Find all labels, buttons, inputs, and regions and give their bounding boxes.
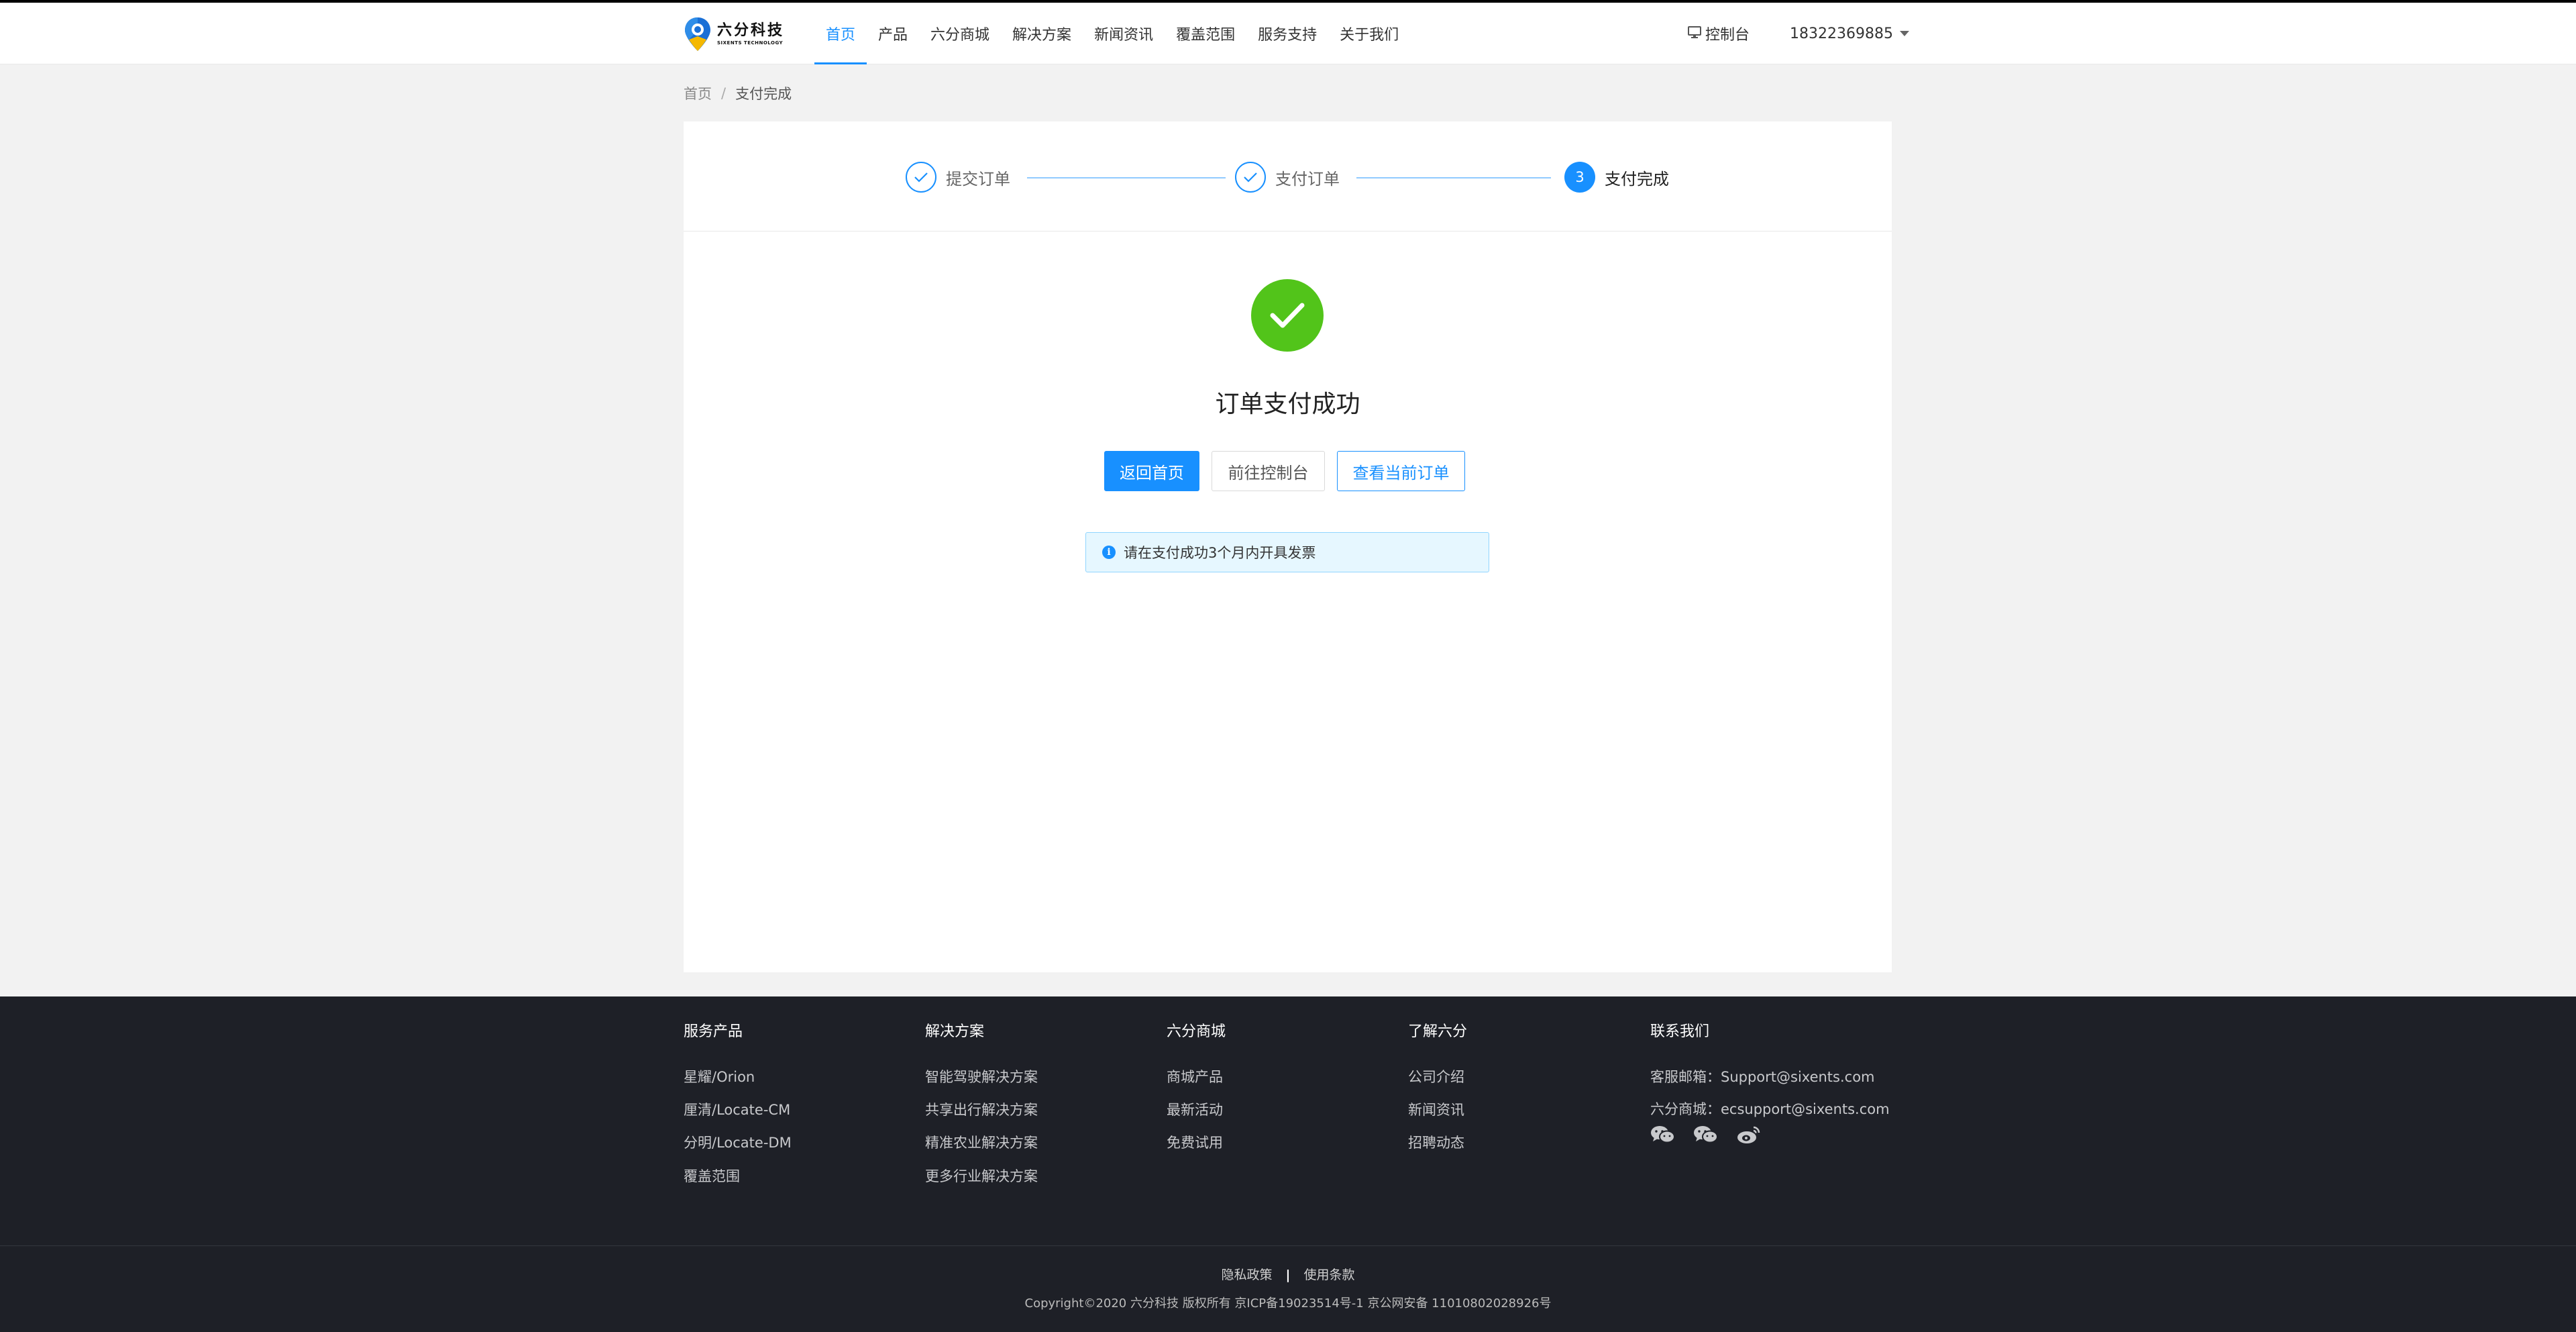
footer-link[interactable]: 分明/Locate-DM: [684, 1132, 792, 1152]
footer-link[interactable]: 更多行业解决方案: [925, 1166, 1038, 1186]
breadcrumb-home[interactable]: 首页: [684, 83, 712, 103]
order-steps: 提交订单 支付订单 3 支付完成: [684, 121, 1892, 232]
footer-link[interactable]: 新闻资讯: [1408, 1099, 1464, 1119]
nav-item-solutions[interactable]: 解决方案: [1001, 3, 1083, 64]
view-order-button[interactable]: 查看当前订单: [1337, 451, 1465, 491]
terms-of-use-link[interactable]: 使用条款: [1304, 1268, 1355, 1282]
nav-item-about[interactable]: 关于我们: [1328, 3, 1410, 64]
step-connector: [1356, 177, 1551, 178]
notice-text: 请在支付成功3个月内开具发票: [1124, 545, 1316, 561]
wechat-moments-icon[interactable]: [1693, 1125, 1719, 1147]
success-check-icon: [1251, 279, 1324, 352]
nav-item-coverage[interactable]: 覆盖范围: [1165, 3, 1246, 64]
copyright-text: Copyright©2020 六分科技 版权所有 京ICP备19023514号-…: [1024, 1296, 1552, 1311]
user-account-dropdown[interactable]: 18322369885: [1790, 3, 1909, 64]
nav-item-home[interactable]: 首页: [814, 3, 867, 64]
step-payment-complete: 3 支付完成: [1564, 160, 1669, 194]
logo-mark-icon: [684, 16, 712, 52]
nav-item-news[interactable]: 新闻资讯: [1083, 3, 1165, 64]
footer-legal-links: 隐私政策 | 使用条款: [0, 1265, 2576, 1283]
footer-column-title: 联系我们: [1650, 1023, 1710, 1040]
step-label: 提交订单: [946, 169, 1010, 189]
check-icon: [1235, 162, 1266, 193]
main-nav: 首页 产品 六分商城 解决方案 新闻资讯 覆盖范围 服务支持 关于我们: [814, 3, 1410, 64]
user-phone: 18322369885: [1790, 25, 1893, 42]
footer-column-title: 了解六分: [1408, 1023, 1468, 1040]
footer-column-title: 服务产品: [684, 1023, 743, 1040]
footer-link[interactable]: 招聘动态: [1408, 1132, 1464, 1152]
step-label: 支付完成: [1605, 169, 1669, 189]
info-icon: i: [1102, 546, 1116, 559]
invoice-notice: i 请在支付成功3个月内开具发票: [1085, 532, 1489, 572]
footer-link[interactable]: 智能驾驶解决方案: [925, 1066, 1038, 1086]
step-label: 支付订单: [1275, 169, 1340, 189]
footer-link[interactable]: 精准农业解决方案: [925, 1132, 1038, 1152]
step-pay-order: 支付订单: [1235, 160, 1340, 194]
mall-email[interactable]: 六分商城：ecsupport@sixents.com: [1650, 1098, 1890, 1119]
footer-link[interactable]: 厘清/Locate-CM: [684, 1099, 790, 1119]
footer-link[interactable]: 最新活动: [1167, 1099, 1223, 1119]
step-number: 3: [1564, 162, 1595, 193]
result-actions: 返回首页 前往控制台 查看当前订单: [1104, 451, 1477, 491]
weibo-icon[interactable]: [1736, 1125, 1762, 1147]
back-home-button[interactable]: 返回首页: [1104, 451, 1199, 491]
footer-column-title: 六分商城: [1167, 1023, 1226, 1040]
logo-subtitle: SIXENTS TECHNOLOGY: [717, 40, 784, 46]
wechat-icon[interactable]: [1650, 1125, 1676, 1147]
payment-result-card: 提交订单 支付订单 3 支付完成 订单支付成功 返回首页 前往控制台 查看当前订…: [684, 121, 1892, 972]
footer-link[interactable]: 覆盖范围: [684, 1166, 740, 1186]
console-link[interactable]: 控制台: [1688, 3, 1750, 64]
go-console-button[interactable]: 前往控制台: [1212, 451, 1325, 491]
footer-column-title: 解决方案: [925, 1023, 985, 1040]
footer-link[interactable]: 公司介绍: [1408, 1066, 1464, 1086]
logo-name: 六分科技: [717, 22, 785, 39]
step-submit-order: 提交订单: [906, 160, 1010, 194]
breadcrumb-current: 支付完成: [735, 86, 792, 102]
step-connector: [1027, 177, 1226, 178]
result-title: 订单支付成功: [1215, 391, 1360, 418]
monitor-icon: [1688, 25, 1705, 42]
footer-link[interactable]: 免费试用: [1167, 1132, 1223, 1152]
logo[interactable]: 六分科技 SIXENTS TECHNOLOGY: [684, 16, 784, 52]
privacy-policy-link[interactable]: 隐私政策: [1221, 1268, 1272, 1282]
footer-link[interactable]: 商城产品: [1167, 1066, 1223, 1086]
check-icon: [906, 162, 936, 193]
site-footer: 服务产品 星耀/Orion 厘清/Locate-CM 分明/Locate-DM …: [0, 996, 2576, 1332]
footer-link[interactable]: 星耀/Orion: [684, 1066, 755, 1086]
breadcrumb-separator: /: [721, 85, 727, 101]
console-label: 控制台: [1705, 27, 1750, 44]
footer-link[interactable]: 共享出行解决方案: [925, 1099, 1038, 1119]
social-icons: [1650, 1125, 1779, 1147]
footer-divider: [0, 1245, 2576, 1246]
caret-down-icon: [1899, 31, 1909, 36]
nav-item-support[interactable]: 服务支持: [1246, 3, 1328, 64]
nav-item-products[interactable]: 产品: [867, 3, 919, 64]
nav-item-mall[interactable]: 六分商城: [919, 3, 1001, 64]
support-email[interactable]: 客服邮箱：Support@sixents.com: [1650, 1066, 1875, 1086]
link-separator: |: [1285, 1268, 1291, 1282]
breadcrumb: 首页 / 支付完成: [684, 83, 792, 103]
